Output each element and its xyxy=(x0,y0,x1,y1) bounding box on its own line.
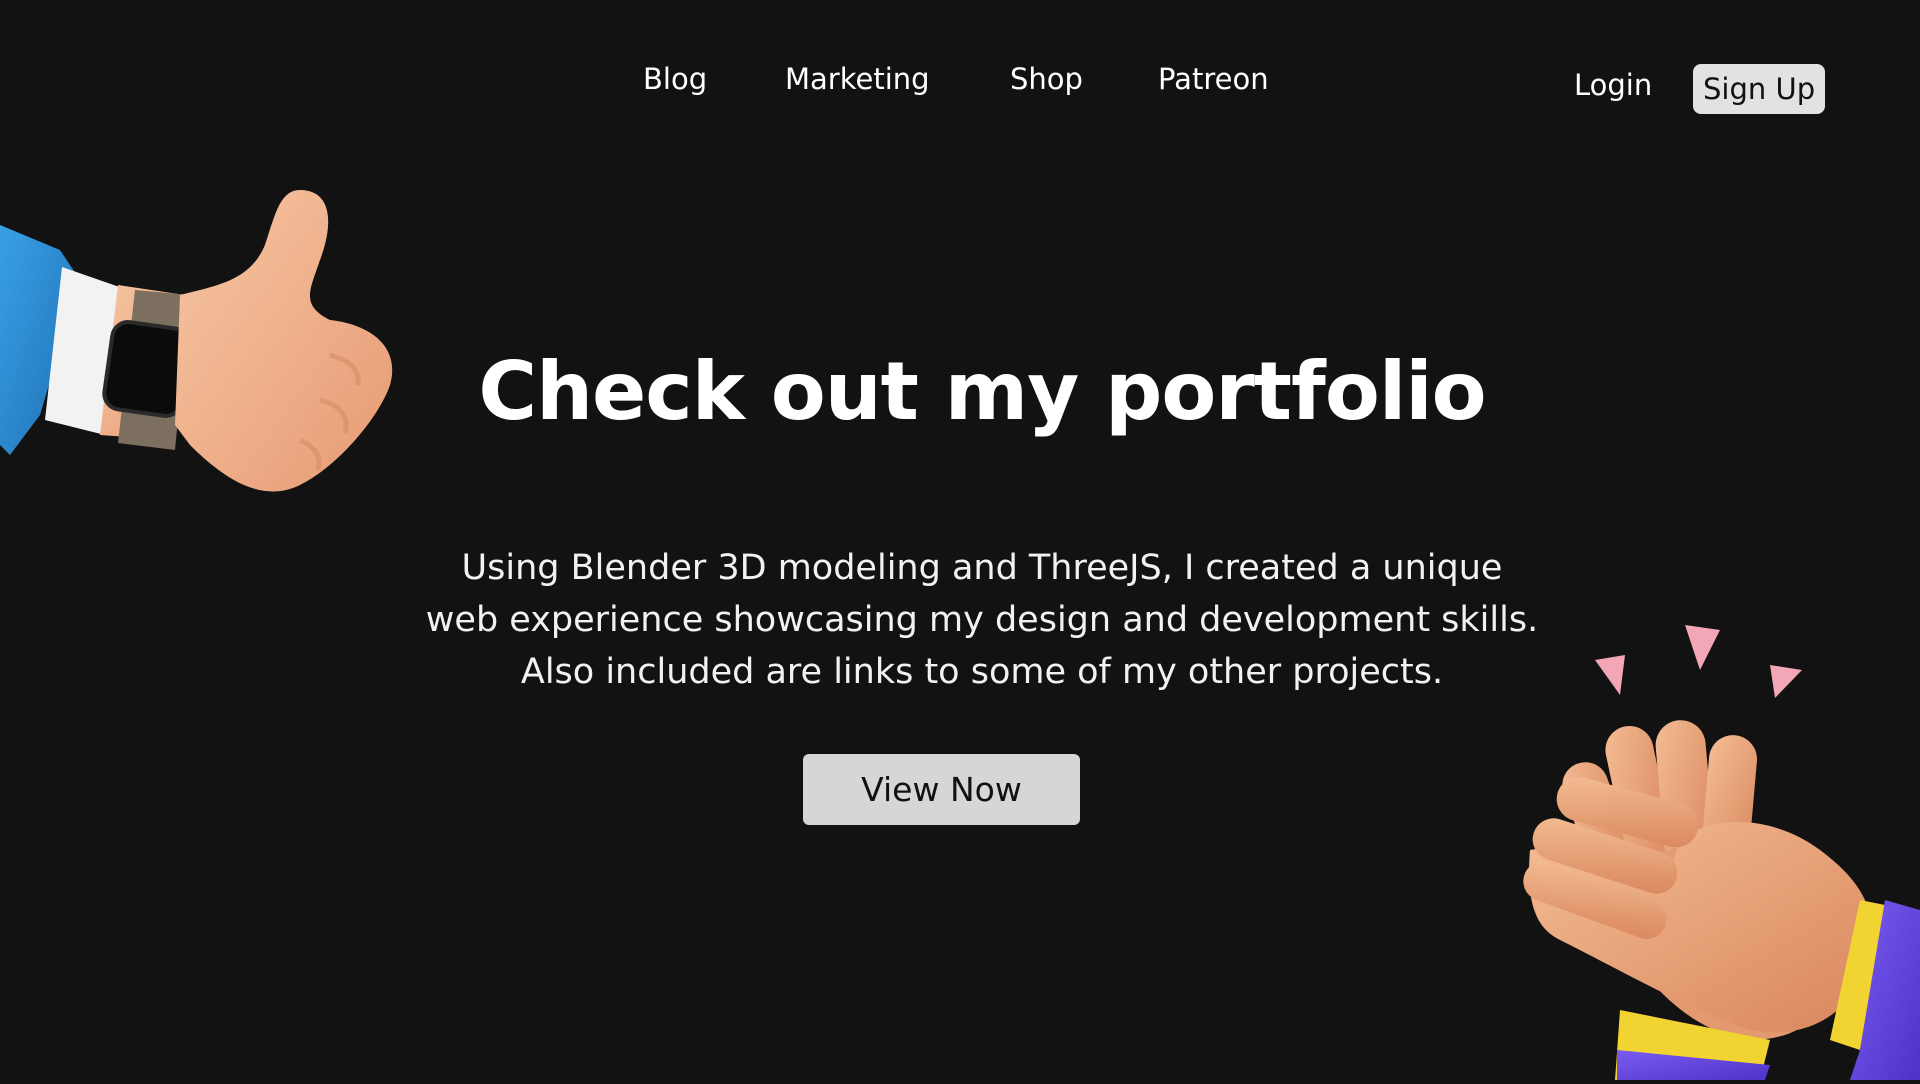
login-link[interactable]: Login xyxy=(1574,68,1652,102)
nav-link-patreon[interactable]: Patreon xyxy=(1158,62,1269,96)
description-line: web experience showcasing my design and … xyxy=(425,600,1539,640)
description-line: Also included are links to some of my ot… xyxy=(520,652,1444,692)
signup-button[interactable]: Sign Up xyxy=(1693,64,1826,114)
top-nav: Blog Marketing Shop Patreon Login Sign U… xyxy=(0,58,1920,118)
nav-link-marketing[interactable]: Marketing xyxy=(785,62,930,96)
description-line: Using Blender 3D modeling and ThreeJS, I… xyxy=(461,548,1503,588)
nav-link-shop[interactable]: Shop xyxy=(1010,62,1083,96)
nav-link-blog[interactable]: Blog xyxy=(643,62,707,96)
hero-description: Using Blender 3D modeling and ThreeJS, I… xyxy=(420,542,1544,698)
hero-title: Check out my portfolio xyxy=(478,345,1486,438)
clapping-hands-icon xyxy=(1520,610,1920,1084)
view-now-button[interactable]: View Now xyxy=(803,754,1080,825)
